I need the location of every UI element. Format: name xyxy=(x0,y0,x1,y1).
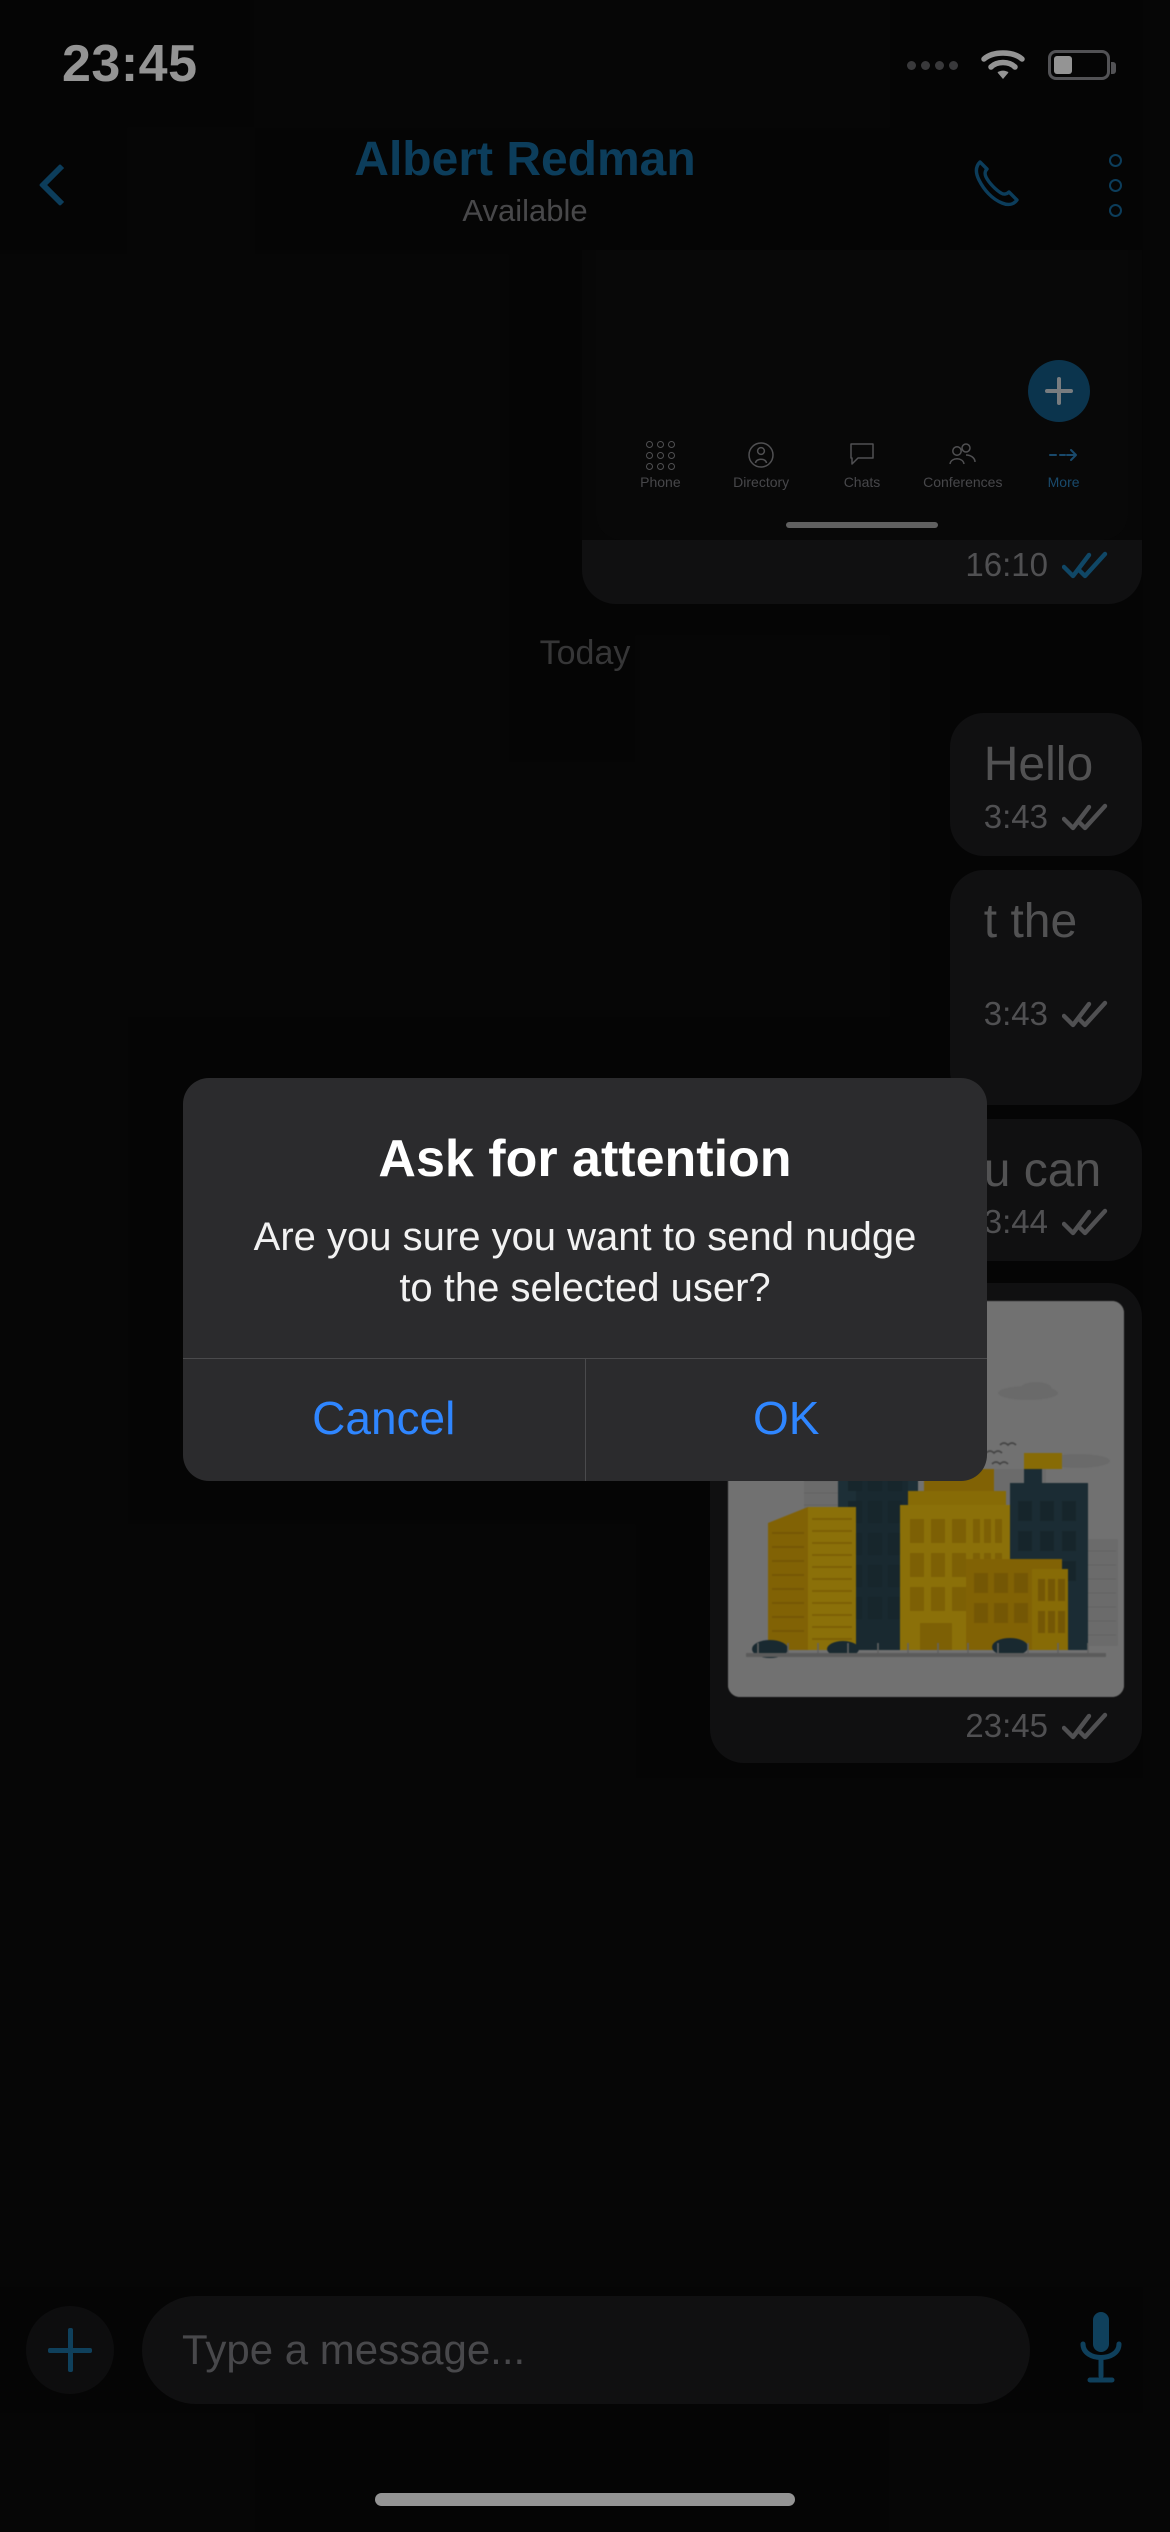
alert-content: Ask for attention Are you sure you want … xyxy=(183,1078,987,1358)
cancel-button[interactable]: Cancel xyxy=(183,1359,585,1481)
alert-dialog: Ask for attention Are you sure you want … xyxy=(183,1078,988,1482)
chat-screen: 23:45 Albert Redman Available Phone Dire… xyxy=(0,0,1170,2532)
ok-button[interactable]: OK xyxy=(584,1359,988,1482)
alert-actions: Cancel OK xyxy=(183,1358,988,1482)
alert-message: Are you sure you want to send nudge to t… xyxy=(253,1214,917,1310)
alert-title: Ask for attention xyxy=(378,1130,792,1188)
